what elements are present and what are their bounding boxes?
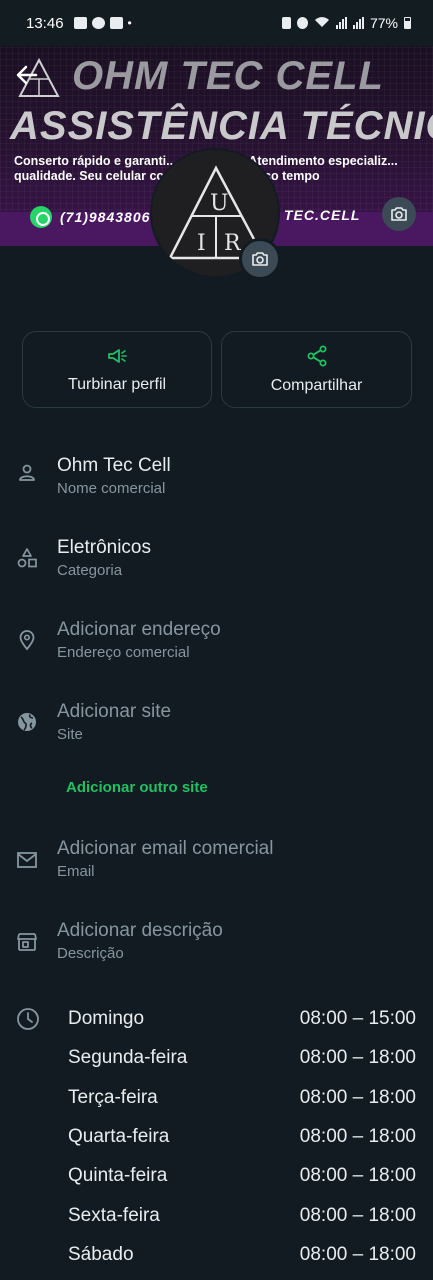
business-name-label: Nome comercial (57, 480, 166, 497)
hours-row: Domingo 08:00 – 15:00 (0, 1008, 433, 1032)
wifi-icon (314, 15, 330, 31)
notification-icons: • (73, 16, 132, 30)
category-value: Eletrônicos (57, 537, 151, 558)
cover-title-line2: ASSISTÊNCIA TÉCNICA (10, 104, 433, 148)
hours-row: Sexta-feira 08:00 – 18:00 (0, 1205, 433, 1229)
mail-icon (17, 852, 37, 868)
hours-row: Quarta-feira 08:00 – 18:00 (0, 1126, 433, 1150)
system-icons: 77% (281, 15, 411, 31)
battery-percent: 77% (369, 15, 398, 31)
logo-letter-u: U (210, 191, 229, 216)
hours-row: Quinta-feira 08:00 – 18:00 (0, 1165, 433, 1189)
hours-day: Terça-feira (68, 1087, 158, 1108)
signal-icon (335, 17, 347, 29)
email-label: Email (57, 863, 95, 880)
hours-row: Terça-feira 08:00 – 18:00 (0, 1087, 433, 1111)
hours-day: Quinta-feira (68, 1165, 168, 1186)
hours-time: 08:00 – 18:00 (299, 1244, 416, 1265)
mail-notification-icon (109, 17, 123, 29)
hours-time: 08:00 – 18:00 (299, 1126, 416, 1147)
hours-day: Quarta-feira (68, 1126, 170, 1147)
hours-time: 08:00 – 18:00 (299, 1165, 416, 1186)
camera-icon (391, 207, 407, 221)
category-row[interactable]: Eletrônicos Categoria (0, 537, 433, 597)
address-value: Adicionar endereço (57, 619, 221, 640)
cover-handle: TEC.CELL (284, 207, 361, 223)
camera-icon (252, 252, 268, 266)
hours-day: Domingo (68, 1008, 145, 1029)
cover-title-line1: OHM TEC CELL (72, 54, 384, 98)
logo-letter-i: I (197, 231, 206, 256)
back-button[interactable] (10, 58, 44, 92)
hours-day: Sábado (68, 1244, 134, 1265)
hours-row: Segunda-feira 08:00 – 18:00 (0, 1047, 433, 1071)
more-notifications-dot: • (127, 16, 132, 30)
email-value: Adicionar email comercial (57, 838, 274, 859)
arrow-left-icon (16, 65, 38, 85)
hours-time: 08:00 – 15:00 (299, 1008, 416, 1029)
site-value: Adicionar site (57, 701, 172, 722)
hours-day: Sexta-feira (68, 1205, 160, 1226)
alarm-icon (296, 17, 308, 29)
globe-icon (18, 713, 36, 731)
cover-phone-number: (71)9843806 (60, 209, 151, 225)
email-row[interactable]: Adicionar email comercial Email (0, 838, 433, 898)
share-icon (307, 345, 326, 366)
share-label: Compartilhar (270, 376, 363, 394)
address-row[interactable]: Adicionar endereço Endereço comercial (0, 619, 433, 679)
share-button[interactable]: Compartilhar (221, 331, 412, 408)
whatsapp-icon (30, 206, 52, 228)
business-name-value: Ohm Tec Cell (57, 455, 171, 476)
signal-2-icon (352, 17, 364, 29)
battery-icon (404, 17, 411, 29)
description-value: Adicionar descrição (57, 920, 223, 941)
site-label: Site (57, 726, 83, 743)
boost-profile-label: Turbinar perfil (67, 375, 167, 393)
address-label: Endereço comercial (57, 644, 190, 661)
hours-time: 08:00 – 18:00 (299, 1205, 416, 1226)
description-label: Descrição (57, 945, 124, 962)
whatsapp-notification-icon (91, 17, 105, 29)
add-other-site-link[interactable]: Adicionar outro site (66, 779, 208, 796)
hours-row: Sábado 08:00 – 18:00 (0, 1244, 433, 1268)
status-time: 13:46 (26, 14, 64, 32)
cover-phone: (71)9843806 (30, 206, 150, 228)
category-label: Categoria (57, 562, 123, 579)
megaphone-icon (108, 348, 127, 363)
edit-photo-button[interactable] (239, 238, 281, 280)
hours-time: 08:00 – 18:00 (299, 1047, 416, 1068)
shapes-icon (17, 548, 37, 568)
location-pin-icon (19, 630, 35, 651)
lock-icon (281, 17, 291, 29)
hours-day: Segunda-feira (68, 1047, 188, 1068)
business-name-row[interactable]: Ohm Tec Cell Nome comercial (0, 455, 433, 515)
status-bar: 13:46 • 77% (0, 0, 433, 46)
person-icon (19, 464, 35, 481)
storefront-icon (17, 933, 37, 951)
edit-cover-button[interactable] (382, 197, 416, 231)
boost-profile-button[interactable]: Turbinar perfil (22, 331, 212, 408)
hours-time: 08:00 – 18:00 (299, 1087, 416, 1108)
site-row[interactable]: Adicionar site Site (0, 701, 433, 761)
description-row[interactable]: Adicionar descrição Descrição (0, 920, 433, 980)
gallery-icon (73, 17, 87, 29)
